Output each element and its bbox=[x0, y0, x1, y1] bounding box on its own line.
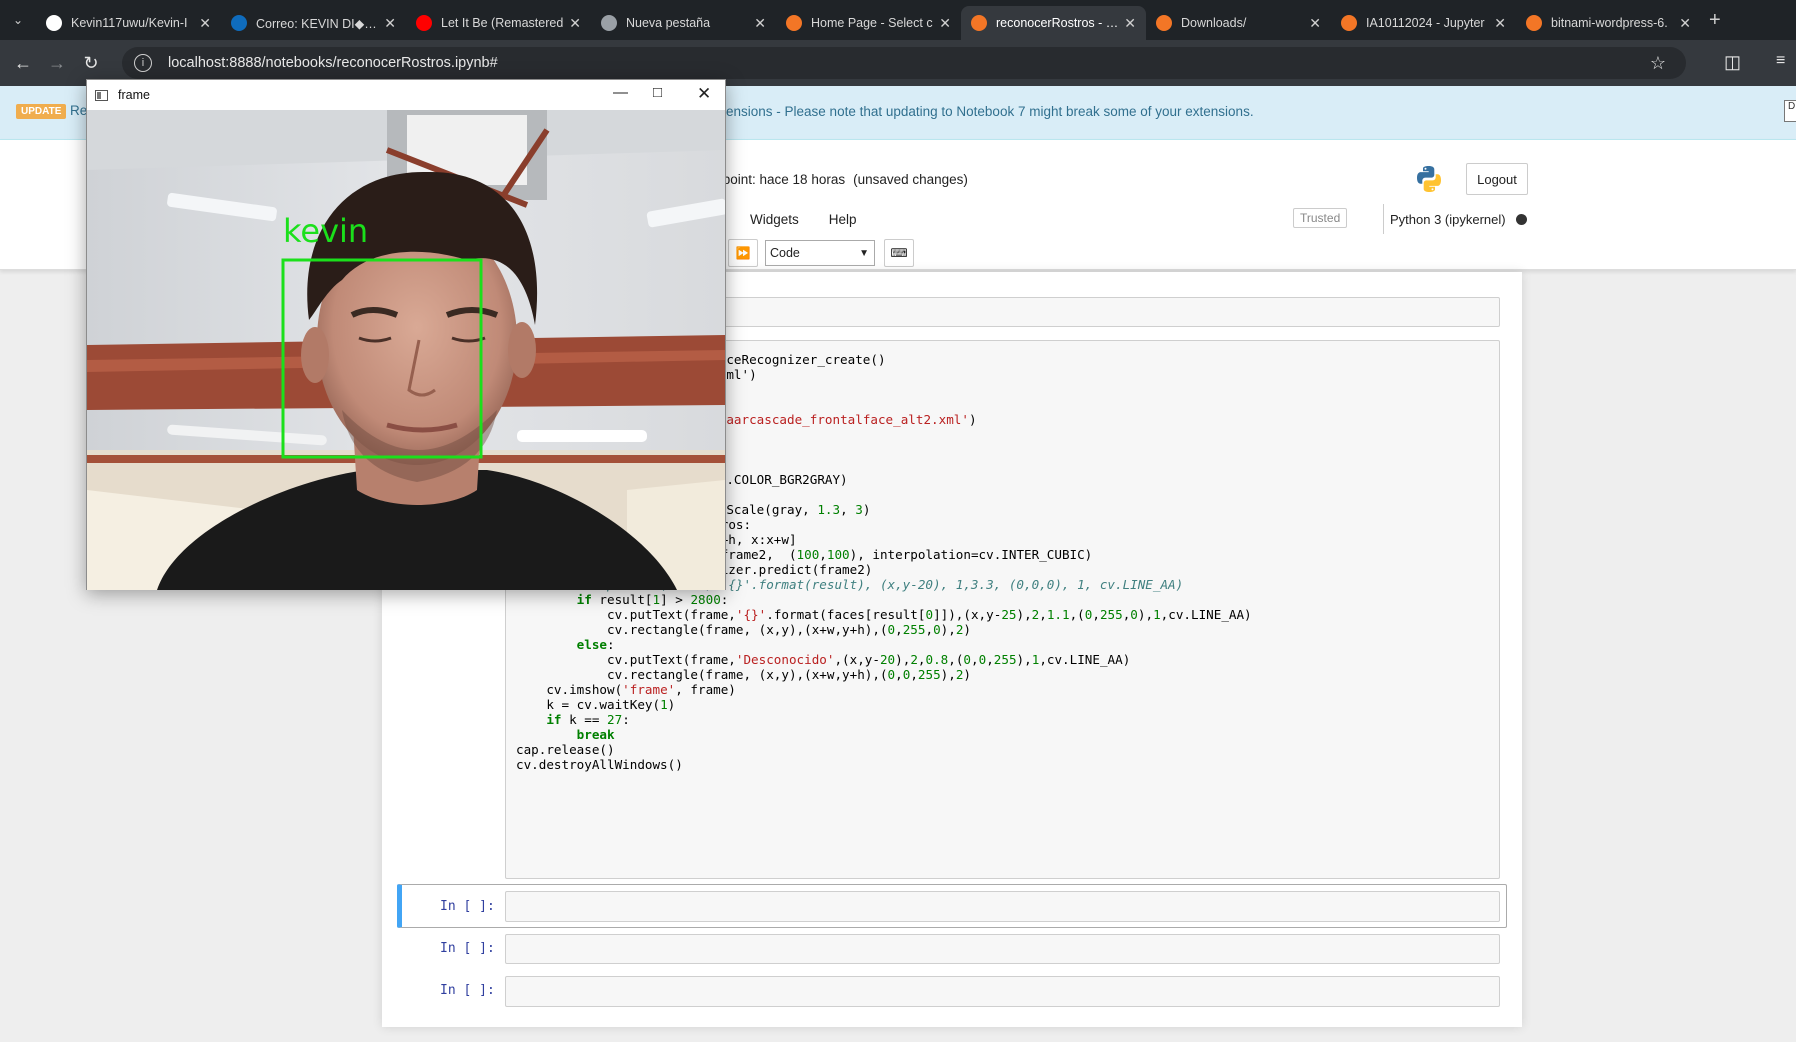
file-icon bbox=[1526, 15, 1542, 31]
tab-label: IA10112024 - Jupyter bbox=[1366, 16, 1485, 30]
bookmark-star-icon[interactable]: ☆ bbox=[1650, 53, 1666, 74]
book-icon bbox=[1341, 15, 1357, 31]
checkpoint-status: kpoint: hace 18 horas (unsaved changes) bbox=[716, 172, 968, 187]
tab-label: bitnami-wordpress-6. bbox=[1551, 16, 1668, 30]
window-titlebar[interactable]: frame — □ ✕ bbox=[87, 80, 725, 110]
browser-tab[interactable]: Kevin117uwu/Kevin-I ✕ bbox=[36, 6, 221, 40]
close-tab-icon[interactable]: ✕ bbox=[384, 15, 396, 32]
youtube-icon bbox=[416, 15, 432, 31]
browser-tab[interactable]: Home Page - Select c ✕ bbox=[776, 6, 961, 40]
maximize-icon[interactable]: □ bbox=[653, 84, 662, 101]
side-panel-icon[interactable]: ≡ bbox=[1776, 52, 1785, 70]
jupyter-icon bbox=[786, 15, 802, 31]
close-tab-icon[interactable]: ✕ bbox=[1309, 15, 1321, 32]
close-tab-icon[interactable]: ✕ bbox=[1494, 15, 1506, 32]
cell-prompt: In [ ]: bbox=[440, 983, 495, 998]
chrome-icon bbox=[601, 15, 617, 31]
webcam-image: kevin bbox=[87, 110, 725, 590]
close-tab-icon[interactable]: ✕ bbox=[939, 15, 951, 32]
run-all-button[interactable]: ⏩ bbox=[728, 239, 758, 267]
cell-prompt: In [ ]: bbox=[440, 941, 495, 956]
update-badge: UPDATE bbox=[16, 104, 67, 119]
reload-icon[interactable]: ↻ bbox=[74, 53, 108, 74]
back-icon[interactable]: ← bbox=[6, 53, 40, 74]
new-tab-button[interactable]: + bbox=[1709, 9, 1721, 32]
github-icon bbox=[46, 15, 62, 31]
jupyter-icon bbox=[1156, 15, 1172, 31]
browser-tab[interactable]: Correo: KEVIN DI◆AZ ✕ bbox=[221, 6, 406, 40]
tab-label: Kevin117uwu/Kevin-I bbox=[71, 16, 188, 30]
kernel-name: Python 3 (ipykernel) bbox=[1390, 211, 1506, 227]
menu-help[interactable]: Help bbox=[829, 212, 857, 227]
menu-bar: Widgets Help bbox=[716, 204, 887, 234]
window-app-icon bbox=[95, 89, 108, 101]
python-logo-icon bbox=[1417, 166, 1441, 192]
tab-label: Home Page - Select c bbox=[811, 16, 933, 30]
outlook-icon bbox=[231, 15, 247, 31]
kernel-status-icon bbox=[1515, 213, 1527, 225]
tab-list: Kevin117uwu/Kevin-I ✕ Correo: KEVIN DI◆AZ ✕… bbox=[36, 0, 1701, 40]
url-text[interactable]: localhost:8888/notebooks/reconocerRostro… bbox=[168, 55, 498, 71]
cell-type-value: Code bbox=[770, 246, 800, 260]
tab-label: Let It Be (Remastered bbox=[441, 16, 564, 30]
address-bar[interactable]: i localhost:8888/notebooks/reconocerRost… bbox=[122, 47, 1686, 79]
browser-tab[interactable]: Nueva pestaña ✕ bbox=[591, 6, 776, 40]
kernel-indicator[interactable]: Python 3 (ipykernel) bbox=[1383, 204, 1527, 234]
forward-icon[interactable]: → bbox=[40, 53, 74, 74]
opencv-frame-window[interactable]: frame — □ ✕ kevin bbox=[86, 79, 726, 590]
close-tab-icon[interactable]: ✕ bbox=[199, 15, 211, 32]
tab-label: Downloads/ bbox=[1181, 16, 1247, 30]
notice-dismiss-button[interactable]: D bbox=[1784, 100, 1796, 122]
empty-cell-input[interactable] bbox=[505, 976, 1500, 1007]
close-tab-icon[interactable]: ✕ bbox=[569, 15, 581, 32]
cell-type-select[interactable]: Code ▼ bbox=[765, 240, 875, 266]
minimize-icon[interactable]: — bbox=[613, 84, 628, 101]
tab-label: Correo: KEVIN DI◆AZ bbox=[256, 16, 379, 31]
code-line[interactable]: r('haarcascade_frontalface_alt2.xml') bbox=[696, 411, 977, 428]
tab-label: Nueva pestaña bbox=[626, 16, 711, 30]
close-icon[interactable]: ✕ bbox=[697, 84, 711, 104]
notice-text: ensions - Please note that updating to N… bbox=[726, 104, 1254, 119]
browser-tab[interactable]: Let It Be (Remastered ✕ bbox=[406, 6, 591, 40]
checkpoint-text: kpoint: hace 18 horas bbox=[716, 172, 846, 187]
camera-frame: kevin bbox=[87, 110, 725, 590]
tab-strip: ⌄ Kevin117uwu/Kevin-I ✕ Correo: KEVIN DI◆A… bbox=[0, 0, 1796, 40]
unsaved-text: (unsaved changes) bbox=[853, 172, 968, 187]
close-tab-icon[interactable]: ✕ bbox=[1679, 15, 1691, 32]
close-tab-icon[interactable]: ✕ bbox=[754, 15, 766, 32]
close-tab-icon[interactable]: ✕ bbox=[1124, 15, 1136, 32]
hourglass-icon bbox=[971, 15, 987, 31]
empty-cell-input[interactable] bbox=[505, 891, 1500, 922]
chevron-down-icon: ▼ bbox=[859, 247, 869, 259]
browser-tab[interactable]: reconocerRostros - Ju ✕ bbox=[961, 6, 1146, 40]
trusted-indicator[interactable]: Trusted bbox=[1293, 208, 1348, 228]
empty-cell-input[interactable] bbox=[505, 934, 1500, 964]
logout-button[interactable]: Logout bbox=[1466, 163, 1528, 195]
browser-tab[interactable]: Downloads/ ✕ bbox=[1146, 6, 1331, 40]
tab-label: reconocerRostros - Ju bbox=[996, 16, 1119, 30]
browser-tab[interactable]: bitnami-wordpress-6. ✕ bbox=[1516, 6, 1701, 40]
window-title: frame bbox=[118, 88, 150, 102]
face-label: kevin bbox=[283, 212, 368, 250]
notice-prefix: Re bbox=[70, 103, 88, 118]
site-info-icon[interactable]: i bbox=[134, 54, 152, 72]
tab-search-button[interactable]: ⌄ bbox=[0, 0, 36, 40]
browser-tab[interactable]: IA10112024 - Jupyter ✕ bbox=[1331, 6, 1516, 40]
cell-prompt: In [ ]: bbox=[440, 899, 495, 914]
extensions-icon[interactable]: ◫ bbox=[1724, 52, 1741, 73]
code-line[interactable]: cv.destroyAllWindows() bbox=[516, 756, 683, 773]
menu-widgets[interactable]: Widgets bbox=[750, 212, 799, 227]
keyboard-shortcuts-button[interactable]: ⌨ bbox=[884, 239, 914, 267]
